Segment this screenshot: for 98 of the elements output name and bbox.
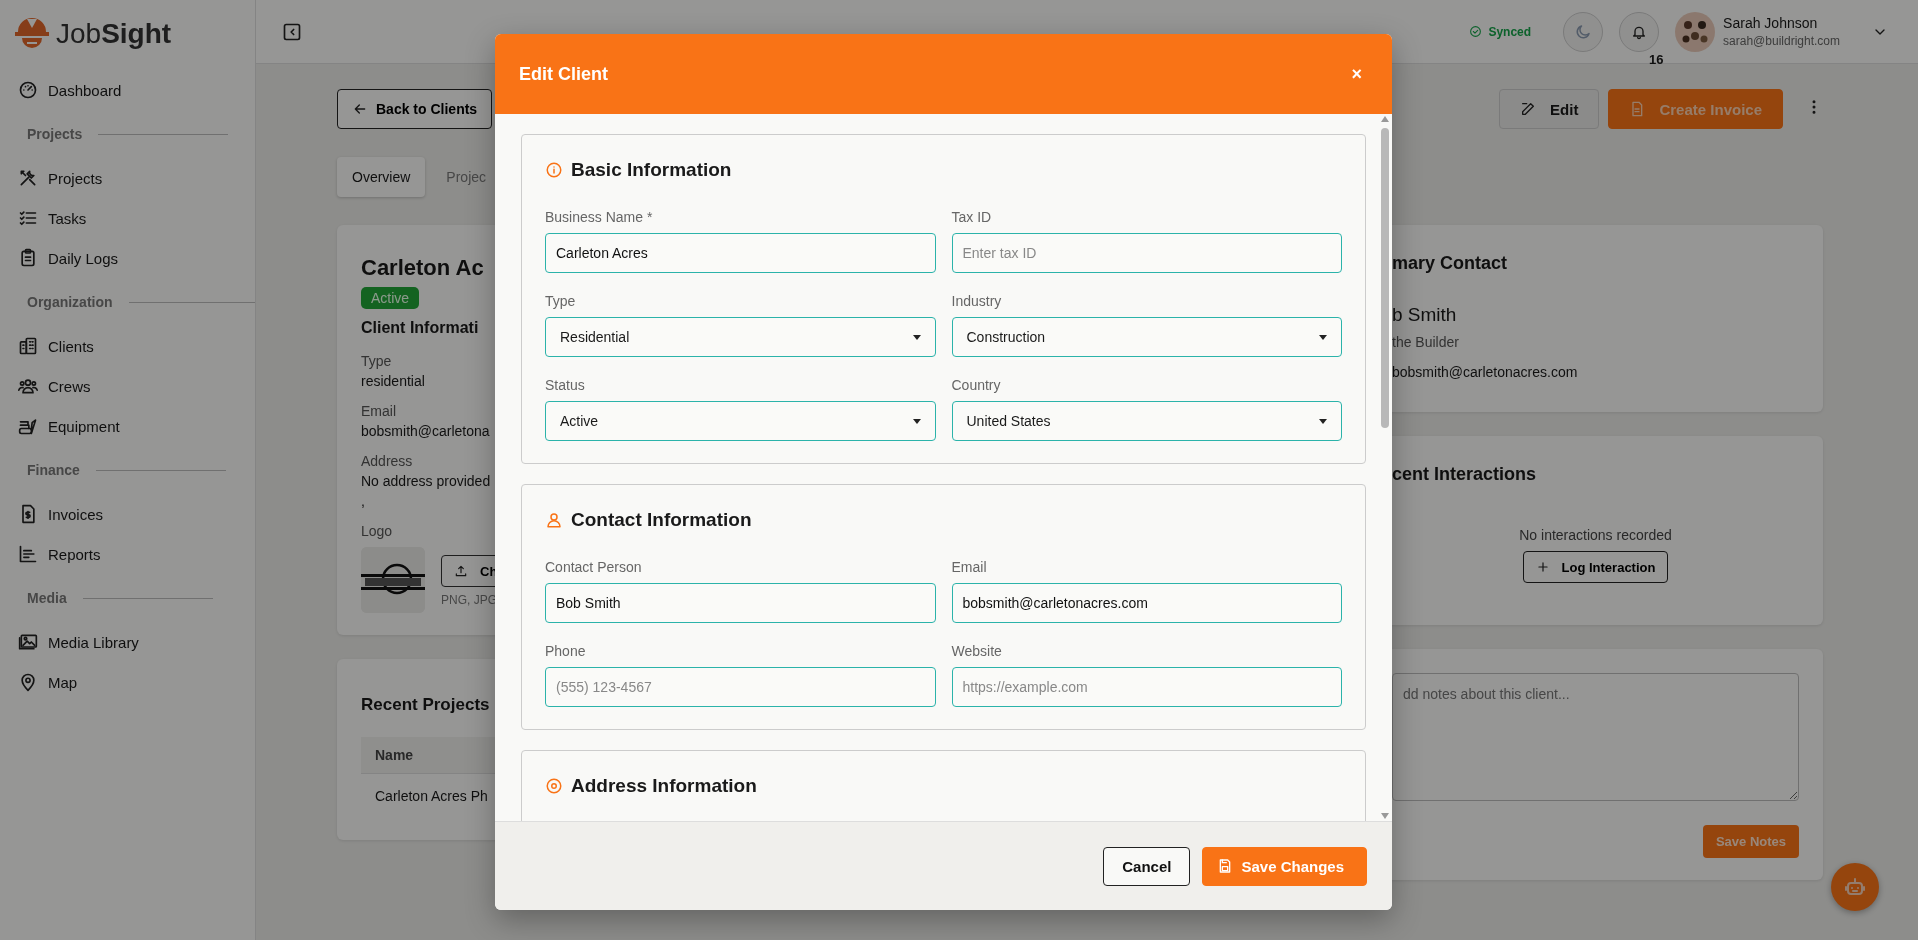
notification-count: 16 bbox=[1649, 51, 1664, 67]
field-label: Industry bbox=[951, 293, 1003, 309]
nav-link[interactable]: Tasks bbox=[18, 198, 87, 238]
field-value: bobsmith@carletona bbox=[361, 423, 490, 439]
people-icon bbox=[18, 376, 38, 396]
sync-status: Synced bbox=[1488, 24, 1532, 39]
field-label: Email bbox=[951, 559, 988, 575]
field-label: Business Name * bbox=[545, 209, 654, 225]
equipment-icon bbox=[18, 416, 38, 436]
select-field[interactable]: Residential bbox=[545, 317, 936, 357]
nav-section-label: Media bbox=[27, 590, 67, 606]
card-title: cent Interactions bbox=[1392, 464, 1538, 485]
image-icon bbox=[18, 632, 38, 652]
contact-role: the Builder bbox=[1392, 334, 1460, 350]
nav-link[interactable]: Dashboard bbox=[18, 70, 122, 110]
field-label: Type bbox=[361, 353, 392, 369]
app-logo-text: JobSight bbox=[56, 18, 172, 50]
status-badge: Active bbox=[361, 287, 420, 309]
caret-icon bbox=[1319, 334, 1327, 340]
nav-section-label: Organization bbox=[27, 294, 113, 310]
field-label: Website bbox=[951, 643, 1003, 659]
field-label: Logo bbox=[361, 523, 393, 539]
edit-button[interactable]: Edit bbox=[1499, 89, 1600, 129]
gauge-icon bbox=[18, 80, 38, 100]
nav-link[interactable]: Crews bbox=[18, 366, 91, 406]
input-field[interactable]: Carleton Acres bbox=[545, 233, 936, 273]
building-icon bbox=[18, 336, 38, 356]
section-title: Address Information bbox=[571, 775, 757, 797]
nav-section-label: Projects bbox=[27, 126, 83, 142]
sidebar-toggle-icon[interactable] bbox=[282, 21, 302, 42]
location-icon bbox=[545, 777, 563, 795]
select-field[interactable]: Construction bbox=[951, 317, 1342, 357]
input-field[interactable]: Enter tax ID bbox=[951, 233, 1342, 273]
field-label: Phone bbox=[545, 643, 587, 659]
scrollbar-thumb[interactable] bbox=[1381, 128, 1389, 428]
contact-name: b Smith bbox=[1392, 304, 1458, 326]
field-label: Tax ID bbox=[951, 209, 993, 225]
person-icon bbox=[545, 511, 563, 529]
nav-link[interactable]: Reports bbox=[18, 534, 101, 574]
tools-icon bbox=[18, 168, 38, 188]
caret-icon bbox=[912, 334, 921, 340]
clipboard-icon bbox=[18, 248, 38, 268]
field-value: residential bbox=[361, 373, 425, 389]
contact-email: bobsmith@carletonacres.com bbox=[1392, 364, 1579, 380]
pencil-icon bbox=[1520, 101, 1537, 117]
caret-icon bbox=[912, 418, 921, 424]
section-title: Basic Information bbox=[571, 159, 732, 181]
section-title: Contact Information bbox=[571, 509, 752, 531]
notes-field[interactable]: dd notes about this client... bbox=[1392, 673, 1799, 801]
field-label: Status bbox=[545, 377, 586, 393]
input-field[interactable]: bobsmith@carletonacres.com bbox=[951, 583, 1342, 623]
input-field[interactable]: https://example.com bbox=[951, 667, 1342, 707]
nav-link[interactable]: Daily Logs bbox=[18, 238, 119, 278]
field-label: Type bbox=[545, 293, 577, 309]
field-label: Country bbox=[951, 377, 1002, 393]
section-title: Client Informati bbox=[361, 319, 479, 337]
scrollbar[interactable] bbox=[1378, 114, 1392, 821]
arrow-left-icon bbox=[352, 101, 368, 117]
back-button[interactable]: Back to Clients bbox=[337, 89, 493, 129]
dialog-title: Edit Client bbox=[519, 63, 608, 85]
user-email: sarah@buildright.com bbox=[1723, 34, 1840, 48]
plus-icon bbox=[1535, 560, 1550, 574]
upload-icon bbox=[454, 564, 468, 578]
card-title: Recent Projects bbox=[361, 695, 490, 715]
select-field[interactable]: Active bbox=[545, 401, 936, 441]
tab[interactable]: Overview bbox=[337, 157, 426, 197]
nav-link[interactable]: Projects bbox=[18, 158, 103, 198]
scroll-up-icon[interactable] bbox=[1381, 116, 1389, 122]
nav-link[interactable]: Invoices bbox=[18, 494, 104, 534]
field-label: Email bbox=[361, 403, 396, 419]
nav-link[interactable]: Map bbox=[18, 662, 78, 702]
moon-icon bbox=[1574, 22, 1593, 41]
field-label: Contact Person bbox=[545, 559, 643, 575]
log-interaction-button[interactable]: Log Interaction bbox=[1522, 551, 1669, 583]
field-value: No address provided bbox=[361, 473, 491, 489]
check-circle-icon bbox=[1469, 25, 1483, 38]
map-pin-icon bbox=[18, 672, 38, 692]
nav-link[interactable]: Clients bbox=[18, 326, 94, 366]
card-title: mary Contact bbox=[1392, 253, 1509, 274]
client-name: Carleton Ac bbox=[361, 255, 484, 281]
field-label: Address bbox=[361, 453, 413, 469]
select-field[interactable]: United States bbox=[951, 401, 1342, 441]
nav-link[interactable]: Media Library bbox=[18, 622, 139, 662]
chart-icon bbox=[18, 544, 38, 564]
scroll-down-icon[interactable] bbox=[1381, 813, 1389, 819]
nav-section-label: Finance bbox=[27, 462, 80, 478]
empty-message: No interactions recorded bbox=[1519, 527, 1672, 543]
field-value: , bbox=[361, 493, 365, 509]
caret-icon bbox=[1319, 418, 1327, 424]
user-name: Sarah Johnson bbox=[1723, 15, 1819, 31]
info-icon bbox=[545, 161, 563, 179]
cancel-button[interactable]: Cancel bbox=[1103, 846, 1191, 886]
assistant-button[interactable] bbox=[1831, 863, 1879, 911]
input-field[interactable]: Bob Smith bbox=[545, 583, 936, 623]
nav-link[interactable]: Equipment bbox=[18, 406, 120, 446]
input-field[interactable]: (555) 123-4567 bbox=[545, 667, 936, 707]
checklist-icon bbox=[18, 208, 38, 228]
avatar bbox=[1675, 11, 1716, 52]
